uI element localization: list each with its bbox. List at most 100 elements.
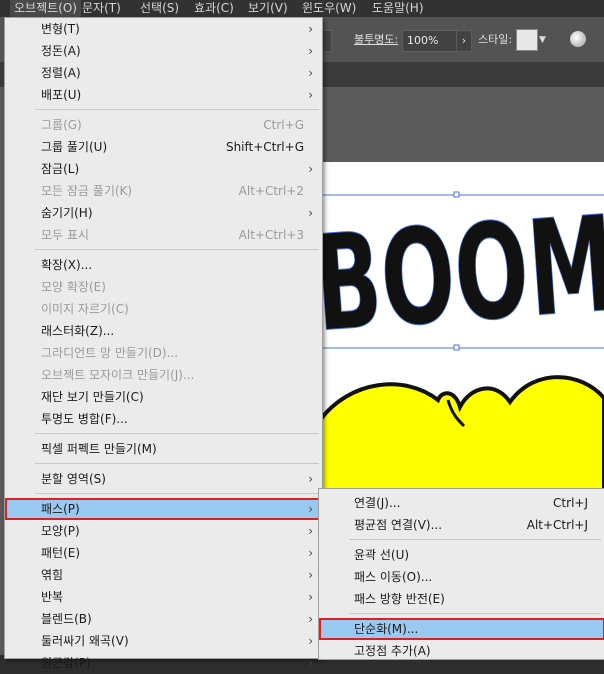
menu-item[interactable]: 잠금(L) › xyxy=(5,158,322,180)
menubar-item[interactable]: 오브젝트(O) xyxy=(10,0,81,17)
menu-item-label: 이미지 자르기(C) xyxy=(41,302,129,316)
menubar-item[interactable]: 효과(C) xyxy=(190,0,238,17)
chevron-right-icon: › xyxy=(308,88,313,102)
menu-item-label: 분할 영역(S) xyxy=(41,472,106,486)
style-swatch[interactable] xyxy=(516,29,538,51)
menu-item[interactable]: 평균점 연결(V)... Alt+Ctrl+J xyxy=(319,514,604,536)
menu-item: 그라디언트 망 만들기(D)... xyxy=(5,342,322,364)
menu-item-shortcut: Ctrl+J xyxy=(553,496,588,510)
menu-item[interactable]: 연결(J)... Ctrl+J xyxy=(319,492,604,514)
menu-item: 그룹(G) Ctrl+G xyxy=(5,114,322,136)
chevron-right-icon: › xyxy=(308,634,313,648)
chevron-right-icon: › xyxy=(308,162,313,176)
chevron-down-icon[interactable]: ▼ xyxy=(539,30,546,50)
menu-item[interactable]: 모양(P) › xyxy=(5,520,322,542)
menu-item-label: 재단 보기 만들기(C) xyxy=(41,390,144,404)
menu-item[interactable]: 변형(T) › xyxy=(5,18,322,40)
menu-item-label: 단순화(M)... xyxy=(354,622,419,636)
menu-item-label: 원근감(P) xyxy=(41,656,91,670)
menu-item[interactable]: 패스 방향 반전(E) xyxy=(319,588,604,610)
chevron-right-icon: › xyxy=(308,590,313,604)
menu-item[interactable]: 둘러싸기 왜곡(V) › xyxy=(5,630,322,652)
menu-item[interactable]: 패스 이동(O)... xyxy=(319,566,604,588)
opacity-label: 불투명도: xyxy=(354,33,399,46)
menu-item-label: 잠금(L) xyxy=(41,162,80,176)
menu-item-label: 블렌드(B) xyxy=(41,612,92,626)
menu-item[interactable]: 블렌드(B) › xyxy=(5,608,322,630)
menu-item[interactable]: 정렬(A) › xyxy=(5,62,322,84)
chevron-right-icon: › xyxy=(308,44,313,58)
menu-item: 모두 표시 Alt+Ctrl+3 xyxy=(5,224,322,246)
chevron-right-icon: › xyxy=(308,22,313,36)
menu-item[interactable]: 픽셀 퍼펙트 만들기(M) xyxy=(5,438,322,460)
menu-separator xyxy=(349,613,601,614)
menu-item[interactable]: 고정점 추가(A) xyxy=(319,640,604,662)
menu-item-shortcut: Alt+Ctrl+3 xyxy=(238,228,304,242)
menu-separator xyxy=(35,249,319,250)
menu-item-label: 정렬(A) xyxy=(41,66,81,80)
menu-item[interactable]: 재단 보기 만들기(C) xyxy=(5,386,322,408)
opacity-input[interactable]: 100% xyxy=(402,30,462,52)
menu-item-label: 그라디언트 망 만들기(D)... xyxy=(41,346,179,360)
menubar-item[interactable]: 보기(V) xyxy=(244,0,292,17)
menu-item-label: 평균점 연결(V)... xyxy=(354,518,443,532)
menu-item-label: 고정점 추가(A) xyxy=(354,644,431,658)
menu-item-label: 배포(U) xyxy=(41,88,82,102)
menu-item-label: 윤곽 선(U) xyxy=(354,548,410,562)
menu-item[interactable]: 엮힘 › xyxy=(5,564,322,586)
menu-item-label: 모양 확장(E) xyxy=(41,280,106,294)
style-label: 스타일: xyxy=(478,33,513,46)
chevron-right-icon: › xyxy=(308,66,313,80)
menu-item-label: 숨기기(H) xyxy=(41,206,93,220)
menu-item-label: 모든 잠금 풀기(K) xyxy=(41,184,133,198)
chevron-right-icon: › xyxy=(308,472,313,486)
menu-item[interactable]: 정돈(A) › xyxy=(5,40,322,62)
menubar-item[interactable]: 도움말(H) xyxy=(368,0,428,17)
menu-item-label: 패턴(E) xyxy=(41,546,81,560)
menu-item[interactable]: 확장(X)... xyxy=(5,254,322,276)
menubar: 오브젝트(O) 문자(T) 선택(S) 효과(C) 보기(V) 윈도우(W) 도움말(H) xyxy=(0,0,604,17)
menu-item[interactable]: 반복 › xyxy=(5,586,322,608)
menu-item[interactable]: 그룹 풀기(U) Shift+Ctrl+G xyxy=(5,136,322,158)
menu-item[interactable]: 배포(U) › xyxy=(5,84,322,106)
chevron-right-icon: › xyxy=(308,546,313,560)
menu-item-label: 둘러싸기 왜곡(V) xyxy=(41,634,129,648)
menu-item-shortcut: Alt+Ctrl+2 xyxy=(238,184,304,198)
recolor-globe-icon[interactable] xyxy=(570,31,586,47)
chevron-right-icon: › xyxy=(308,612,313,626)
menu-item-shortcut: Shift+Ctrl+G xyxy=(225,140,304,154)
menu-item[interactable]: 단순화(M)... xyxy=(319,618,604,640)
chevron-right-icon: › xyxy=(308,524,313,538)
menu-item[interactable]: 윤곽 선(U) xyxy=(319,544,604,566)
object-menu: 변형(T) › 정돈(A) › 정렬(A) › 배포(U) › 그룹(G) Ctrl+G 그룹 풀기… xyxy=(4,17,323,670)
menu-item-label: 정돈(A) xyxy=(41,44,81,58)
dropdown-partial[interactable] xyxy=(322,30,332,52)
menu-item[interactable]: 래스터화(Z)... xyxy=(5,320,322,342)
menu-item[interactable]: 패턴(E) › xyxy=(5,542,322,564)
menubar-item[interactable]: 선택(S) xyxy=(136,0,183,17)
menubar-item[interactable]: 윈도우(W) xyxy=(298,0,360,17)
boom-text: BOOM xyxy=(320,187,604,362)
menu-item[interactable]: 원근감(P) › xyxy=(5,652,322,674)
menu-item-label: 그룹 풀기(U) xyxy=(41,140,108,154)
menu-separator xyxy=(349,539,601,540)
menu-item-label: 엮힘 xyxy=(41,568,64,582)
menu-item-shortcut: Alt+Ctrl+J xyxy=(526,518,588,532)
menu-item-label: 패스(P) xyxy=(41,502,80,516)
menu-item-label: 오브젝트 모자이크 만들기(J)... xyxy=(41,368,195,382)
menu-separator xyxy=(35,109,319,110)
menu-item: 이미지 자르기(C) xyxy=(5,298,322,320)
menu-separator xyxy=(35,463,319,464)
menu-separator xyxy=(35,433,319,434)
menu-item[interactable]: 숨기기(H) › xyxy=(5,202,322,224)
chevron-right-icon: › xyxy=(308,502,313,516)
chevron-right-icon[interactable]: › xyxy=(456,30,472,52)
menu-item-label: 변형(T) xyxy=(41,22,80,36)
menubar-item[interactable]: 문자(T) xyxy=(78,0,125,17)
menu-item-shortcut: Ctrl+G xyxy=(263,118,304,132)
menu-item: 모양 확장(E) xyxy=(5,276,322,298)
menu-item[interactable]: 투명도 병합(F)... xyxy=(5,408,322,430)
menu-item-label: 패스 이동(O)... xyxy=(354,570,433,584)
menu-item[interactable]: 패스(P) › xyxy=(5,498,322,520)
menu-item[interactable]: 분할 영역(S) › xyxy=(5,468,322,490)
